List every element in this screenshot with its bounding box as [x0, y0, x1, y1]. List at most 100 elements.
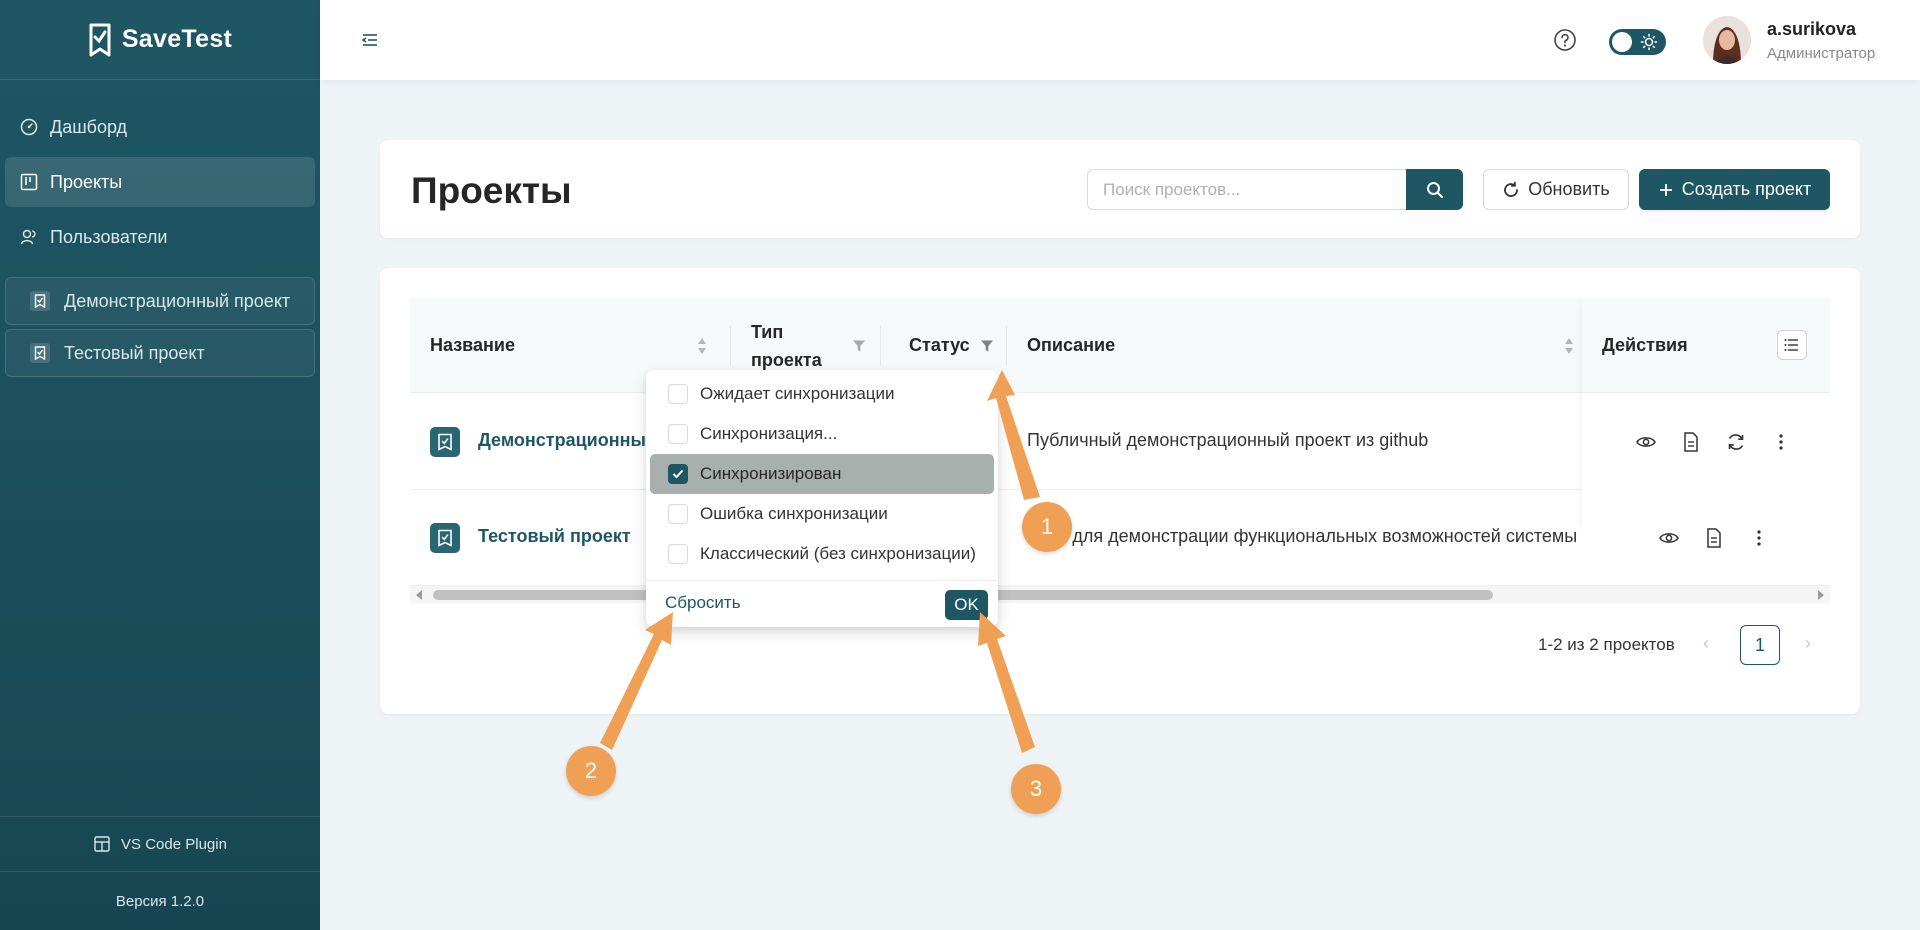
sidebar-project-label: Демонстрационный проект [64, 290, 291, 311]
vscode-plugin-link[interactable]: VS Code Plugin [0, 816, 320, 872]
help-icon[interactable] [1553, 28, 1577, 52]
column-header-description[interactable]: Описание [1027, 298, 1115, 393]
app-name: SaveTest [121, 25, 233, 53]
project-description: кт для демонстрации функциональных возмо… [1051, 526, 1578, 546]
sync-icon[interactable] [1725, 431, 1747, 453]
sidebar-item-users[interactable]: Пользователи [5, 212, 315, 262]
project-icon [430, 523, 460, 553]
sidebar-item-label: Дашборд [50, 116, 128, 137]
filter-option[interactable]: Классический (без синхронизации) [650, 534, 994, 574]
reset-filter-link[interactable]: Сбросить [665, 593, 741, 613]
refresh-icon [1504, 181, 1519, 197]
filter-option-selected[interactable]: Синхронизирован [650, 454, 994, 494]
user-name: a.surikova [1767, 19, 1857, 39]
checkbox[interactable] [668, 544, 688, 564]
filter-option-label: Ожидает синхронизации [700, 384, 895, 403]
dropdown-footer: Сбросить OK [646, 580, 998, 627]
checkbox[interactable] [668, 504, 688, 524]
column-header-label: Статус [909, 335, 970, 355]
sidebar-project-test[interactable]: Тестовый проект [5, 329, 315, 377]
users-icon [20, 229, 36, 245]
annotation-badge: 2 [566, 746, 616, 796]
annotation-badge: 3 [1011, 764, 1061, 814]
filter-option[interactable]: Ожидает синхронизации [650, 374, 994, 414]
sidebar-nav: Дашборд Проекты Пользователи Демонстраци… [0, 80, 320, 377]
sidebar: SaveTest Дашборд Проекты Пользователи Де… [0, 0, 320, 930]
pagination-next[interactable]: › [1805, 633, 1811, 654]
filter-option[interactable]: Ошибка синхронизации [650, 494, 994, 534]
app-logo[interactable]: SaveTest [0, 0, 320, 80]
refresh-label: Обновить [1528, 179, 1610, 199]
search-icon [1426, 181, 1443, 198]
savetest-logo-icon [89, 23, 111, 56]
plugin-label: VS Code Plugin [121, 835, 227, 853]
app-version: Версия 1.2.0 [115, 892, 205, 910]
scroll-left-arrow-icon[interactable] [416, 590, 422, 600]
check-icon [672, 469, 684, 479]
project-icon [30, 343, 50, 363]
ok-button[interactable]: OK [945, 590, 988, 620]
sidebar-item-dashboard[interactable]: Дашборд [5, 102, 315, 152]
sidebar-footer: VS Code Plugin Версия 1.2.0 [0, 816, 320, 930]
pagination-prev[interactable]: ‹ [1703, 633, 1709, 654]
column-header-name[interactable]: Название [430, 298, 515, 393]
page-title: Проекты [411, 170, 572, 211]
column-header-label: Описание [1027, 335, 1116, 355]
scroll-right-arrow-icon[interactable] [1818, 590, 1824, 600]
projects-icon [20, 173, 38, 191]
project-icon [30, 291, 50, 311]
create-label: Создать проект [1681, 179, 1812, 199]
project-name-link[interactable]: Демонстрационный [478, 430, 657, 451]
refresh-button[interactable]: Обновить [1483, 169, 1629, 210]
sidebar-project-demo[interactable]: Демонстрационный проект [5, 277, 315, 325]
menu-collapse-icon[interactable] [360, 30, 380, 50]
column-header-label: Тип [751, 321, 784, 342]
sort-icon[interactable] [696, 336, 708, 356]
search-button[interactable] [1406, 169, 1463, 210]
sidebar-item-projects[interactable]: Проекты [5, 157, 315, 207]
annotation-badge: 1 [1022, 502, 1072, 552]
status-filter-dropdown: Ожидает синхронизации Синхронизация... С… [646, 370, 998, 627]
column-header-label: Действия [1602, 335, 1688, 355]
filter-icon[interactable] [852, 339, 866, 353]
document-icon[interactable] [1680, 431, 1702, 453]
sidebar-item-label: Проекты [50, 171, 123, 192]
pagination-summary: 1-2 из 2 проектов [1538, 635, 1675, 654]
plugin-icon [94, 836, 110, 852]
document-icon[interactable] [1703, 527, 1725, 549]
column-settings-icon[interactable] [1777, 330, 1807, 360]
page-header-card: Проекты Обновить Создать проект [380, 140, 1860, 238]
sidebar-project-label: Тестовый проект [64, 342, 205, 363]
sort-icon[interactable] [1563, 336, 1575, 356]
project-name-link[interactable]: Тестовый проект [478, 526, 631, 547]
horizontal-scrollbar[interactable] [410, 586, 1830, 603]
filter-icon-active[interactable] [980, 339, 994, 353]
more-icon[interactable] [1770, 431, 1792, 453]
project-icon [430, 427, 460, 457]
projects-table: Название Тип проекта Статус Описание Дем… [410, 298, 1830, 603]
project-description: Публичный демонстрационный проект из git… [1027, 430, 1429, 450]
filter-option[interactable]: Синхронизация... [650, 414, 994, 454]
view-icon[interactable] [1635, 431, 1657, 453]
more-icon[interactable] [1748, 527, 1770, 549]
sidebar-item-label: Пользователи [50, 226, 168, 247]
create-project-button[interactable]: Создать проект [1639, 169, 1830, 210]
toggle-knob [1612, 32, 1632, 52]
filter-option-label: Классический (без синхронизации) [700, 544, 976, 563]
user-avatar[interactable] [1703, 16, 1751, 64]
checkbox[interactable] [668, 384, 688, 404]
search-input[interactable] [1087, 169, 1407, 210]
theme-toggle[interactable] [1609, 29, 1666, 55]
filter-option-label: Ошибка синхронизации [700, 504, 888, 523]
filter-option-label: Синхронизирован [700, 464, 842, 483]
view-icon[interactable] [1658, 527, 1680, 549]
filter-option-label: Синхронизация... [700, 424, 838, 443]
checkbox-checked[interactable] [668, 464, 688, 484]
column-header-label: Название [430, 335, 515, 355]
column-header-actions-label: Действия [1602, 298, 1688, 393]
sun-icon [1640, 33, 1658, 51]
checkbox[interactable] [668, 424, 688, 444]
top-header: a.surikova Администратор [320, 0, 1920, 80]
pagination-page[interactable]: 1 [1740, 625, 1780, 665]
dashboard-icon [20, 118, 38, 136]
